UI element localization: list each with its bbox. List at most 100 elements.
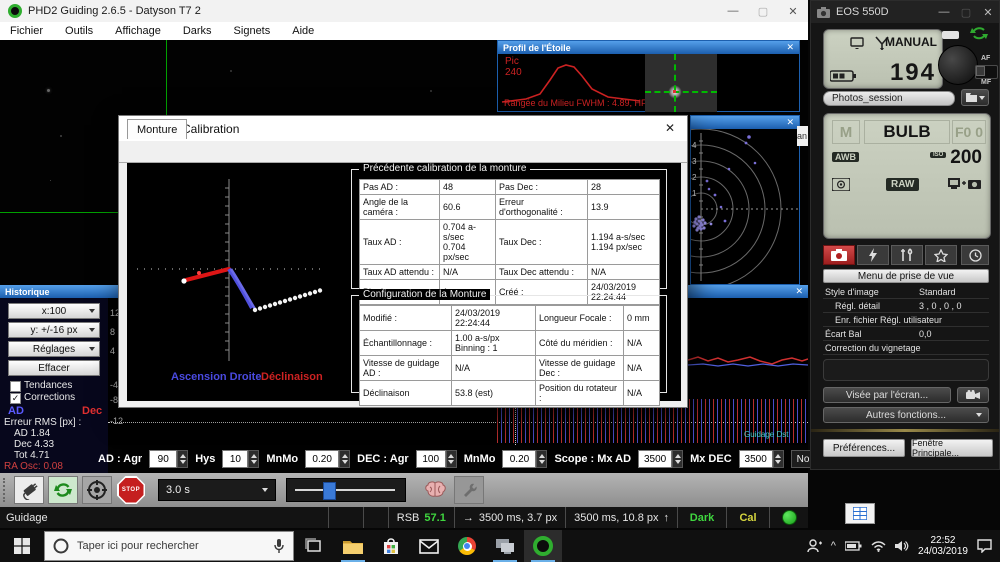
close-icon[interactable]: ✕ bbox=[977, 6, 999, 19]
rms-tot: Tot 4.71 bbox=[14, 450, 50, 461]
quick-control-dial[interactable] bbox=[938, 45, 978, 85]
mnmo-ra-label: MnMo bbox=[266, 453, 299, 465]
monitors-icon bbox=[496, 538, 514, 554]
close-icon[interactable]: ✕ bbox=[795, 286, 803, 297]
action-center-icon[interactable] bbox=[977, 539, 992, 553]
aperture[interactable]: F0 0 bbox=[952, 120, 986, 144]
clear-button[interactable]: Effacer bbox=[8, 360, 100, 376]
mxad-stepper[interactable]: 3500 bbox=[638, 450, 684, 468]
graph-overlay-label: Guidage Dst bbox=[744, 430, 789, 439]
menu-fichier[interactable]: Fichier bbox=[10, 25, 43, 37]
west-arrow-icon: → bbox=[462, 511, 474, 524]
dialog-titlebar[interactable]: Examiner Calibration bbox=[119, 116, 687, 141]
taskbar-clock[interactable]: 22:52 24/03/2019 bbox=[918, 535, 968, 557]
menu-darks[interactable]: Darks bbox=[183, 25, 212, 37]
start-button[interactable] bbox=[0, 530, 44, 562]
phd2-titlebar[interactable]: PHD2 Guiding 2.6.5 - Datyson T7 2 — ▢ ✕ bbox=[0, 0, 808, 22]
menu-outils[interactable]: Outils bbox=[65, 25, 93, 37]
wifi-icon[interactable] bbox=[871, 540, 886, 552]
quality-badge[interactable]: RAW bbox=[886, 178, 920, 191]
star-profile-titlebar[interactable]: Profil de l'Étoile ✕ bbox=[498, 41, 799, 54]
corrections-checkbox[interactable]: ✓ bbox=[10, 393, 21, 404]
x-scale-dropdown[interactable]: x:100 bbox=[8, 303, 100, 319]
menu-row-style[interactable]: Style d'image Standard bbox=[823, 285, 989, 299]
tab-shooting[interactable] bbox=[823, 245, 855, 265]
mode-display: MANUAL bbox=[885, 35, 937, 49]
white-balance-badge[interactable]: AWB bbox=[832, 152, 859, 162]
other-functions-button[interactable]: Autres fonctions... bbox=[823, 407, 989, 423]
advanced-settings-button[interactable] bbox=[422, 479, 448, 501]
mnmo-dec-stepper[interactable]: 0.20 bbox=[502, 450, 548, 468]
slider-thumb[interactable] bbox=[323, 482, 336, 500]
mount-config-groupbox: Configuration de la Monture Modifié :24/… bbox=[351, 289, 667, 406]
eos-titlebar[interactable]: EOS 550D — ▢ ✕ bbox=[811, 1, 999, 23]
close-icon[interactable]: ✕ bbox=[786, 42, 794, 53]
crosshair-vertical bbox=[674, 54, 676, 112]
tab-my-menu[interactable] bbox=[925, 245, 957, 265]
maximize-icon[interactable]: ▢ bbox=[748, 5, 778, 18]
destination-folder-button[interactable] bbox=[961, 89, 989, 106]
taskbar-phd2[interactable] bbox=[524, 530, 562, 562]
task-view-button[interactable] bbox=[294, 530, 334, 562]
menu-signets[interactable]: Signets bbox=[234, 25, 271, 37]
movie-mode-button[interactable] bbox=[957, 387, 989, 403]
tab-flash[interactable] bbox=[857, 245, 889, 265]
camera-settings-button[interactable] bbox=[454, 476, 484, 504]
microphone-icon[interactable] bbox=[273, 538, 285, 554]
mnmo-ra-stepper[interactable]: 0.20 bbox=[305, 450, 351, 468]
taskbar-store[interactable] bbox=[372, 530, 410, 562]
preferences-button[interactable]: Préférences... bbox=[823, 439, 905, 457]
toolbar-drag-handle[interactable] bbox=[3, 478, 10, 502]
hidden-icons-chevron[interactable]: ^ bbox=[831, 540, 836, 552]
search-input[interactable]: Taper ici pour rechercher bbox=[44, 531, 294, 561]
status-dark: Dark bbox=[677, 507, 726, 528]
tab-setup[interactable] bbox=[891, 245, 923, 265]
shutter-speed[interactable]: BULB bbox=[864, 120, 950, 144]
liveview-button[interactable]: Visée par l'écran... bbox=[823, 387, 951, 403]
timer-button[interactable] bbox=[961, 245, 989, 265]
clock-date: 24/03/2019 bbox=[917, 546, 968, 557]
taskbar-mail[interactable] bbox=[410, 530, 448, 562]
af-mf-switch[interactable] bbox=[975, 65, 998, 79]
menu-row-wb-shift[interactable]: Écart Bal 0,0 bbox=[823, 327, 989, 341]
trends-checkbox[interactable] bbox=[10, 381, 21, 392]
battery-icon bbox=[830, 70, 856, 82]
ad-agr-stepper[interactable]: 90 bbox=[149, 450, 189, 468]
menu-aide[interactable]: Aide bbox=[292, 25, 314, 37]
table-row: Pas AD :48 Pas Dec :28 bbox=[359, 179, 660, 195]
minimize-icon[interactable]: — bbox=[718, 5, 748, 18]
dec-agr-stepper[interactable]: 100 bbox=[415, 450, 457, 468]
menu-row-vignetting[interactable]: Correction du vignetage bbox=[823, 341, 989, 355]
speaker-icon[interactable] bbox=[894, 540, 909, 552]
settings-dropdown[interactable]: Réglages bbox=[8, 341, 100, 357]
status-state: Guidage bbox=[6, 511, 48, 524]
taskbar-remote-app[interactable] bbox=[486, 530, 524, 562]
close-icon[interactable]: ✕ bbox=[778, 5, 808, 18]
maximize-icon[interactable]: ▢ bbox=[955, 6, 977, 19]
exposure-select[interactable]: 3.0 s bbox=[158, 479, 276, 501]
taskbar-chrome[interactable] bbox=[448, 530, 486, 562]
minimize-icon[interactable]: — bbox=[933, 6, 955, 19]
session-name-field[interactable]: Photos_session bbox=[823, 91, 955, 106]
people-icon[interactable] bbox=[807, 539, 822, 553]
target-titlebar[interactable]: ✕ bbox=[691, 116, 799, 129]
hys-stepper[interactable]: 10 bbox=[222, 450, 260, 468]
loop-exposures-button[interactable] bbox=[48, 476, 78, 504]
mxdec-stepper[interactable]: 3500 bbox=[738, 450, 784, 468]
menu-row-userfile[interactable]: Enr. fichier Régl. utilisateur bbox=[823, 313, 989, 327]
connect-camera-button[interactable] bbox=[14, 476, 44, 504]
menu-row-detail[interactable]: Régl. détail 3 , 0 , 0 , 0 bbox=[823, 299, 989, 313]
close-icon[interactable]: ✕ bbox=[786, 117, 794, 128]
y-scale-dropdown[interactable]: y: +/-16 px bbox=[8, 322, 100, 338]
iso-value[interactable]: 200 bbox=[950, 147, 982, 169]
menu-affichage[interactable]: Affichage bbox=[115, 25, 161, 37]
auto-select-star-button[interactable] bbox=[82, 476, 112, 504]
camera-app-icon bbox=[817, 6, 830, 18]
taskbar-file-explorer[interactable] bbox=[334, 530, 372, 562]
battery-tray-icon[interactable] bbox=[844, 541, 862, 551]
gamma-slider[interactable] bbox=[286, 478, 406, 502]
main-window-button[interactable]: Fenêtre Principale... bbox=[911, 438, 993, 458]
stop-button[interactable]: STOP bbox=[116, 476, 146, 504]
close-icon[interactable]: ✕ bbox=[665, 121, 675, 135]
tab-monture[interactable]: Monture bbox=[127, 119, 188, 139]
